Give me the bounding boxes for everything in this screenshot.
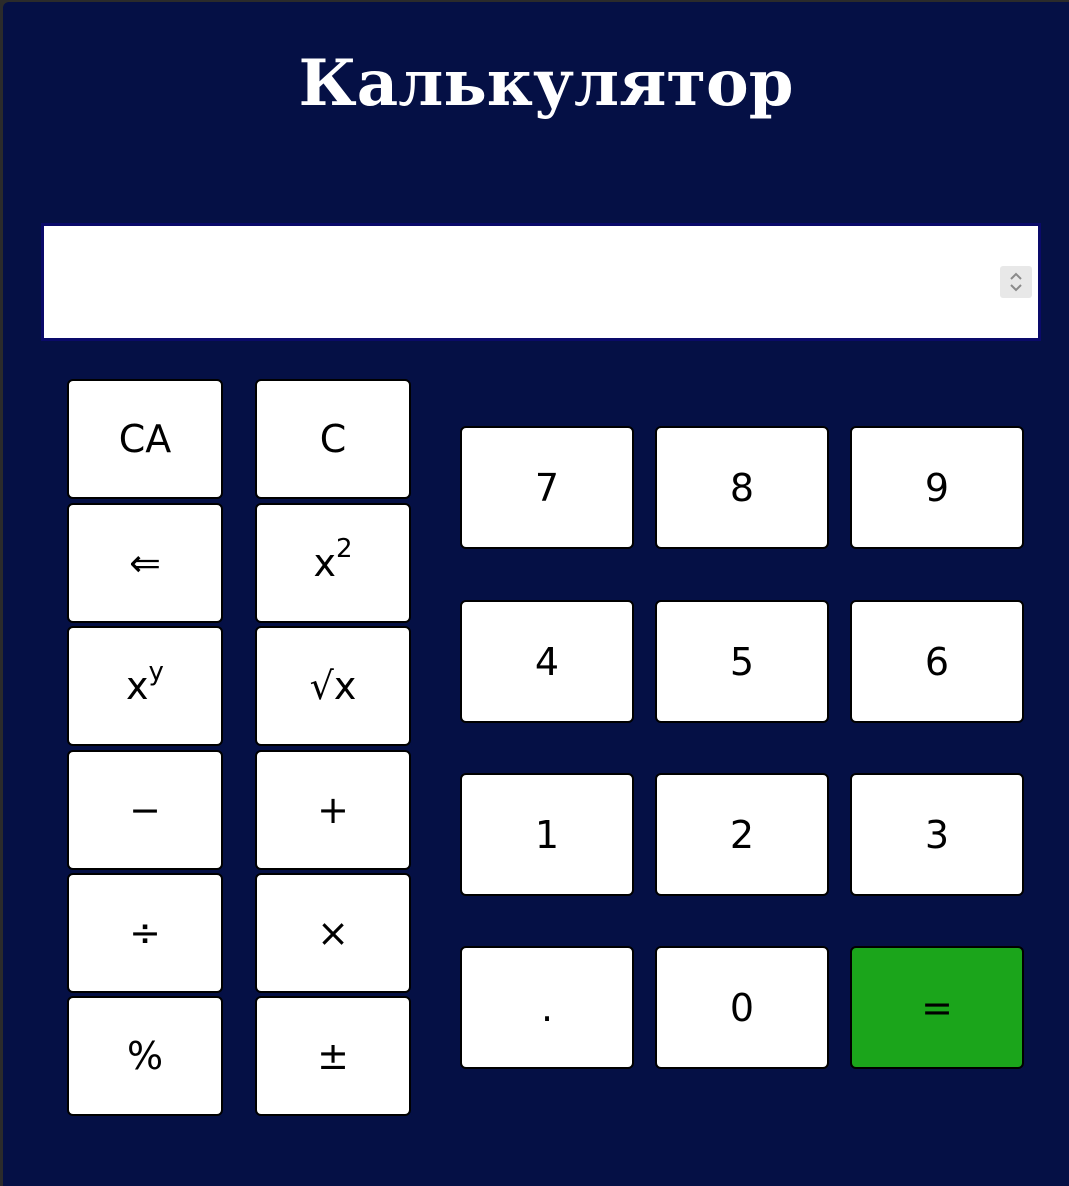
display-field[interactable] bbox=[41, 223, 1041, 341]
divide-button[interactable]: ÷ bbox=[67, 873, 223, 993]
digit-6-button[interactable]: 6 bbox=[850, 600, 1024, 723]
digit-7-button[interactable]: 7 bbox=[460, 426, 634, 549]
plus-button[interactable]: + bbox=[255, 750, 411, 870]
percent-button[interactable]: % bbox=[67, 996, 223, 1116]
minus-button[interactable]: − bbox=[67, 750, 223, 870]
power-button[interactable]: xy bbox=[67, 626, 223, 746]
digit-4-button[interactable]: 4 bbox=[460, 600, 634, 723]
multiply-button[interactable]: × bbox=[255, 873, 411, 993]
digit-9-button[interactable]: 9 bbox=[850, 426, 1024, 549]
digit-5-button[interactable]: 5 bbox=[655, 600, 829, 723]
page-title: Калькулятор bbox=[298, 46, 794, 121]
digit-3-button[interactable]: 3 bbox=[850, 773, 1024, 896]
backspace-button[interactable]: ⇐ bbox=[67, 503, 223, 623]
clear-button[interactable]: C bbox=[255, 379, 411, 499]
digit-2-button[interactable]: 2 bbox=[655, 773, 829, 896]
clear-all-button[interactable]: CA bbox=[67, 379, 223, 499]
decimal-point-button[interactable]: . bbox=[460, 946, 634, 1069]
up-down-spinner-icon[interactable] bbox=[1000, 266, 1032, 298]
square-button[interactable]: x2 bbox=[255, 503, 411, 623]
plus-minus-button[interactable]: ± bbox=[255, 996, 411, 1116]
digit-8-button[interactable]: 8 bbox=[655, 426, 829, 549]
display-input[interactable] bbox=[44, 226, 1038, 338]
calculator-window: Калькулятор CA ⇐ xy − ÷ % C x2 √x + × ± … bbox=[3, 2, 1069, 1186]
equals-button[interactable]: = bbox=[850, 946, 1024, 1069]
sqrt-button[interactable]: √x bbox=[255, 626, 411, 746]
digit-1-button[interactable]: 1 bbox=[460, 773, 634, 896]
digit-0-button[interactable]: 0 bbox=[655, 946, 829, 1069]
